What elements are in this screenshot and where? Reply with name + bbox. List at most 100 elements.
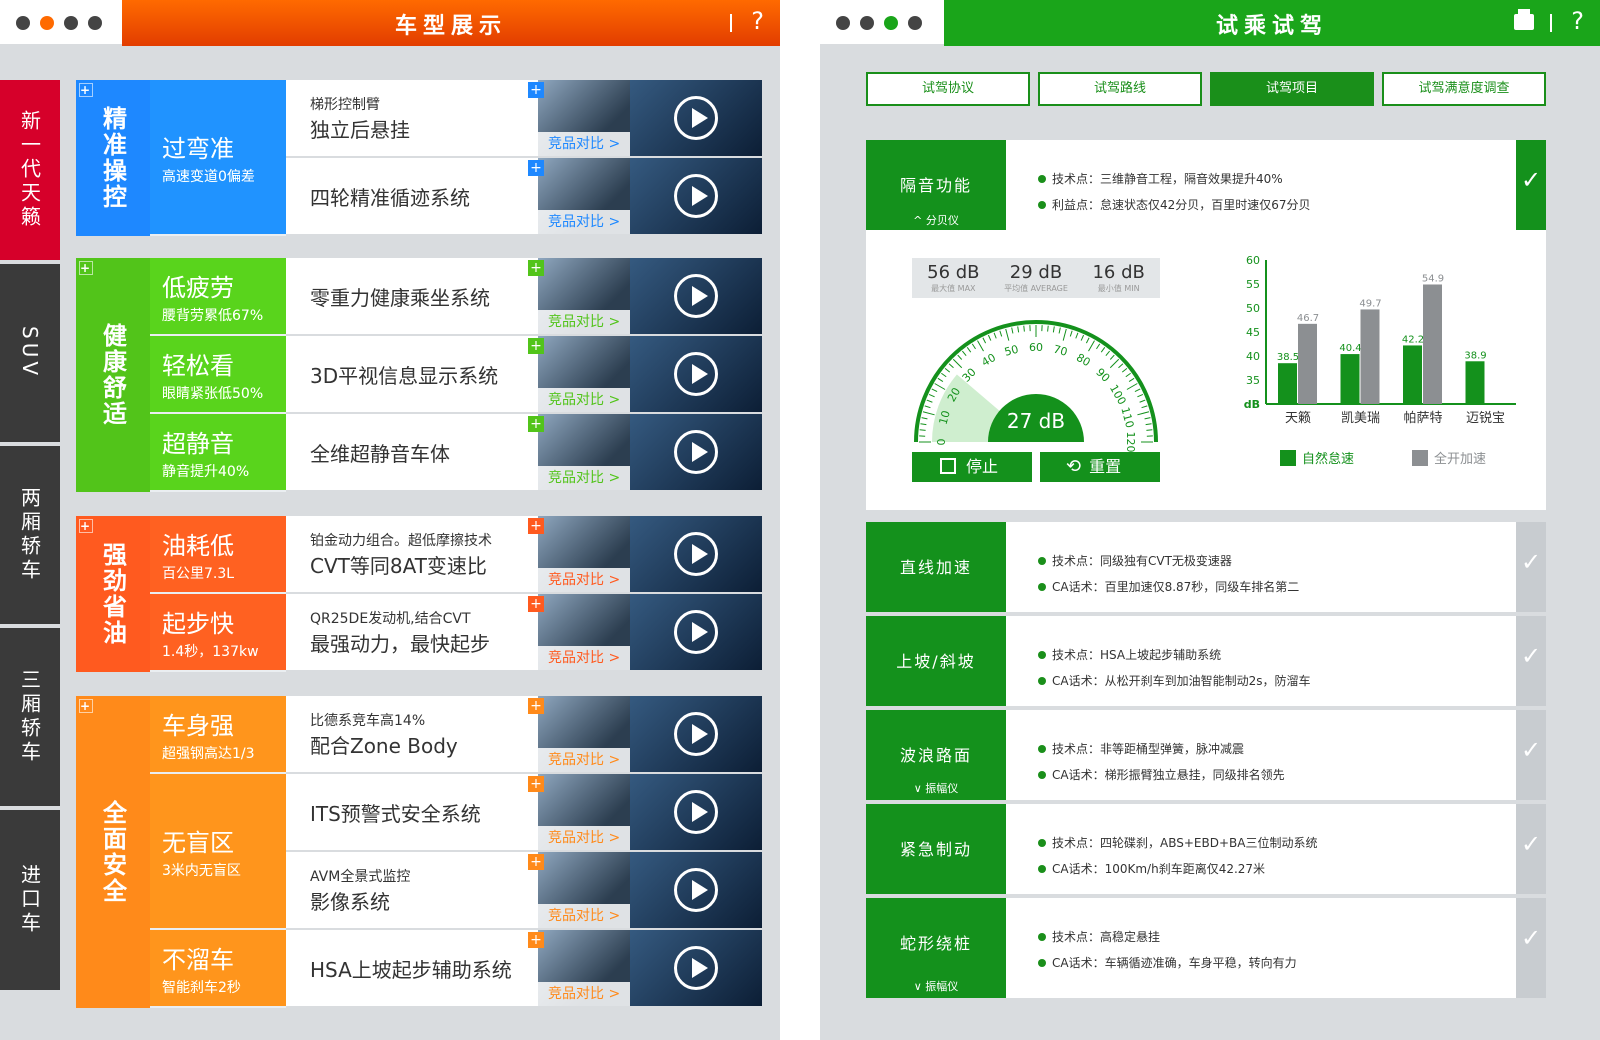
compare-link[interactable]: 竞品对比 > xyxy=(538,748,630,772)
plus-icon[interactable]: + xyxy=(528,518,544,534)
compare-thumbnail[interactable]: + 竞品对比 > xyxy=(528,516,630,592)
tab-2[interactable]: 试驾项目 xyxy=(1210,72,1374,106)
test-item-row[interactable]: 上坡/斜坡 技术点：HSA上坡起步辅助系统 CA话术：从松开刹车到加油智能制动2s，… xyxy=(866,616,1546,706)
compare-link[interactable]: 竞品对比 > xyxy=(538,388,630,412)
video-thumbnail[interactable] xyxy=(630,516,762,592)
video-thumbnail[interactable] xyxy=(630,80,762,156)
test-item-row[interactable]: 直线加速 技术点：同级独有CVT无极变速器 CA话术：百里加速仅8.87秒，同级车排… xyxy=(866,522,1546,612)
compare-link[interactable]: 竞品对比 > xyxy=(538,310,630,334)
test-item-row[interactable]: 紧急制动 技术点：四轮碟刹，ABS+EBD+BA三位制动系统 CA话术：100Km/… xyxy=(866,804,1546,894)
compare-link[interactable]: 竞品对比 > xyxy=(538,466,630,490)
reset-button[interactable]: ⟲ 重置 xyxy=(1040,452,1160,482)
test-item-row[interactable]: 波浪路面 ∨ 振幅仪 技术点：非等距桶型弹簧，脉冲减震 CA话术：梯形振臂独立悬挂，同… xyxy=(866,710,1546,800)
video-thumbnail[interactable] xyxy=(630,696,762,772)
play-icon[interactable] xyxy=(674,868,718,912)
tab-1[interactable]: 试驾路线 xyxy=(1038,72,1202,106)
window-dot[interactable] xyxy=(836,16,850,30)
play-icon[interactable] xyxy=(674,532,718,576)
plus-icon[interactable]: + xyxy=(528,776,544,792)
window-dot[interactable] xyxy=(64,16,78,30)
video-thumbnail[interactable] xyxy=(630,336,762,412)
video-thumbnail[interactable] xyxy=(630,258,762,334)
check-icon[interactable]: ✓ xyxy=(1516,898,1546,998)
nav-item-0[interactable]: 新一代天籁 xyxy=(0,80,60,260)
stop-button[interactable]: 停止 xyxy=(912,452,1032,482)
window-dot[interactable] xyxy=(40,16,54,30)
compare-thumbnail[interactable]: + 竞品对比 > xyxy=(528,80,630,156)
play-icon[interactable] xyxy=(674,712,718,756)
test-item-name[interactable]: 波浪路面 ∨ 振幅仪 xyxy=(866,710,1006,800)
compare-link[interactable]: 竞品对比 > xyxy=(538,646,630,670)
window-dot[interactable] xyxy=(860,16,874,30)
play-icon[interactable] xyxy=(674,174,718,218)
window-dot[interactable] xyxy=(88,16,102,30)
compare-link[interactable]: 竞品对比 > xyxy=(538,982,630,1006)
play-icon[interactable] xyxy=(674,430,718,474)
compare-thumbnail[interactable]: + 竞品对比 > xyxy=(528,336,630,412)
plus-icon[interactable]: + xyxy=(79,699,93,713)
plus-icon[interactable]: + xyxy=(79,519,93,533)
plus-icon[interactable]: + xyxy=(528,932,544,948)
compare-link[interactable]: 竞品对比 > xyxy=(538,568,630,592)
compare-thumbnail[interactable]: + 竞品对比 > xyxy=(528,414,630,490)
compare-link[interactable]: 竞品对比 > xyxy=(538,904,630,928)
printer-icon[interactable] xyxy=(1514,9,1534,30)
window-dot[interactable] xyxy=(16,16,30,30)
test-item-row[interactable]: 蛇形绕桩 ∨ 振幅仪 技术点：高稳定悬挂 CA话术：车辆循迹准确，车身平稳，转向有力 ✓ xyxy=(866,898,1546,998)
video-thumbnail[interactable] xyxy=(630,594,762,670)
test-item-name[interactable]: 直线加速 xyxy=(866,522,1006,612)
compare-thumbnail[interactable]: + 竞品对比 > xyxy=(528,930,630,1006)
help-icon[interactable]: ? xyxy=(1571,7,1584,35)
window-dot[interactable] xyxy=(884,16,898,30)
check-icon[interactable]: ✓ xyxy=(1516,140,1546,232)
compare-thumbnail[interactable]: + 竞品对比 > xyxy=(528,696,630,772)
compare-thumbnail[interactable]: + 竞品对比 > xyxy=(528,158,630,234)
window-dot[interactable] xyxy=(908,16,922,30)
compare-thumbnail[interactable]: + 竞品对比 > xyxy=(528,258,630,334)
play-icon[interactable] xyxy=(674,946,718,990)
test-item-name[interactable]: 蛇形绕桩 ∨ 振幅仪 xyxy=(866,898,1006,998)
plus-icon[interactable]: + xyxy=(79,83,93,97)
compare-thumbnail[interactable]: + 竞品对比 > xyxy=(528,852,630,928)
video-thumbnail[interactable] xyxy=(630,414,762,490)
tab-3[interactable]: 试驾满意度调查 xyxy=(1382,72,1546,106)
test-item-name[interactable]: 紧急制动 xyxy=(866,804,1006,894)
plus-icon[interactable]: + xyxy=(528,416,544,432)
instrument-toggle[interactable]: ∨ 振幅仪 xyxy=(866,978,1006,994)
play-icon[interactable] xyxy=(674,96,718,140)
video-thumbnail[interactable] xyxy=(630,158,762,234)
plus-icon[interactable]: + xyxy=(528,82,544,98)
instrument-toggle[interactable]: ^ 分贝仪 xyxy=(866,212,1006,228)
test-item-row[interactable]: 隔音功能 ^ 分贝仪 技术点：三维静音工程，隔音效果提升40% 利益点：怠速状态仅42… xyxy=(866,140,1546,232)
play-icon[interactable] xyxy=(674,790,718,834)
test-item-name[interactable]: 隔音功能 ^ 分贝仪 xyxy=(866,140,1006,232)
play-icon[interactable] xyxy=(674,610,718,654)
instrument-toggle[interactable]: ∨ 振幅仪 xyxy=(866,780,1006,796)
play-icon[interactable] xyxy=(674,274,718,318)
compare-link[interactable]: 竞品对比 > xyxy=(538,132,630,156)
compare-link[interactable]: 竞品对比 > xyxy=(538,210,630,234)
video-thumbnail[interactable] xyxy=(630,930,762,1006)
plus-icon[interactable]: + xyxy=(528,596,544,612)
tab-0[interactable]: 试驾协议 xyxy=(866,72,1030,106)
play-icon[interactable] xyxy=(674,352,718,396)
plus-icon[interactable]: + xyxy=(528,160,544,176)
plus-icon[interactable]: + xyxy=(528,698,544,714)
nav-item-1[interactable]: SUV xyxy=(0,264,60,442)
check-icon[interactable]: ✓ xyxy=(1516,616,1546,706)
help-icon[interactable]: ? xyxy=(751,7,764,35)
nav-item-2[interactable]: 两厢轿车 xyxy=(0,446,60,624)
nav-item-4[interactable]: 进口车 xyxy=(0,810,60,990)
plus-icon[interactable]: + xyxy=(528,338,544,354)
test-item-name[interactable]: 上坡/斜坡 xyxy=(866,616,1006,706)
nav-item-3[interactable]: 三厢轿车 xyxy=(0,628,60,806)
plus-icon[interactable]: + xyxy=(79,261,93,275)
plus-icon[interactable]: + xyxy=(528,854,544,870)
plus-icon[interactable]: + xyxy=(528,260,544,276)
check-icon[interactable]: ✓ xyxy=(1516,522,1546,612)
check-icon[interactable]: ✓ xyxy=(1516,710,1546,800)
check-icon[interactable]: ✓ xyxy=(1516,804,1546,894)
video-thumbnail[interactable] xyxy=(630,852,762,928)
compare-thumbnail[interactable]: + 竞品对比 > xyxy=(528,774,630,850)
compare-link[interactable]: 竞品对比 > xyxy=(538,826,630,850)
